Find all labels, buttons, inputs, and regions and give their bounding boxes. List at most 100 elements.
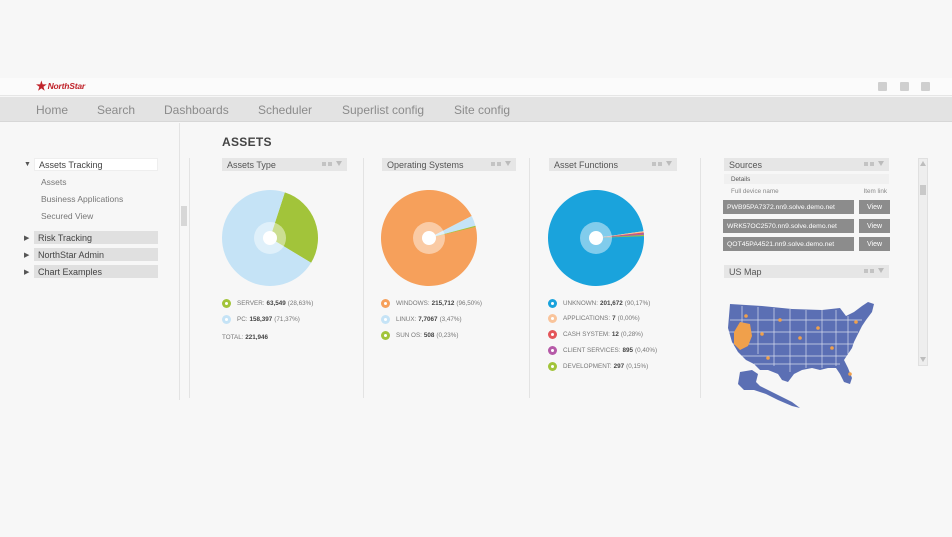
view-button[interactable]: View [859,200,890,214]
legend-item-client-services[interactable]: CLIENT SERVICES: 895 (0,40%) [548,345,657,355]
legend-item-linux[interactable]: LINUX: 7,7067 (3,47%) [381,314,462,324]
map-marker[interactable] [798,336,802,340]
legend-value: 7,7067 [418,315,438,323]
map-marker[interactable] [848,372,852,376]
caret-right-icon[interactable]: ▶ [24,268,34,276]
panel-tools[interactable] [652,161,672,166]
tree-group-label[interactable]: Risk Tracking [34,231,158,244]
legend-swatch-icon [222,314,231,324]
source-device-name[interactable]: WRK57OC2570.nn9.solve.demo.net [723,219,854,233]
tree-group-chart-examples[interactable]: ▶ Chart Examples [24,265,158,278]
chevron-down-icon[interactable] [505,161,511,166]
legend-value: 508 [423,331,435,339]
tree-group-risk-tracking[interactable]: ▶ Risk Tracking [24,231,158,244]
map-marker[interactable] [760,332,764,336]
dot-icon[interactable] [322,161,326,166]
dot-icon[interactable] [652,161,656,166]
nav-dashboards[interactable]: Dashboards [164,103,229,117]
legend-item-unknown[interactable]: UNKNOWN: 201,672 (90,17%) [548,298,650,308]
view-button[interactable]: View [859,219,890,233]
sidebar-resize-handle[interactable] [181,206,187,226]
tree-group-label[interactable]: Chart Examples [34,265,158,278]
map-marker[interactable] [744,314,748,318]
us-map-states[interactable] [728,302,874,408]
tree-group-assets-tracking[interactable]: ▼ Assets Tracking [24,158,158,171]
close-button[interactable] [921,82,930,91]
us-map[interactable] [722,298,882,410]
legend-swatch-icon [548,330,557,340]
dot-icon[interactable] [870,268,874,273]
legend-percent: (0,40%) [635,346,658,354]
assets-type-total: TOTAL: 221,946 [222,334,268,341]
tree-item-secured-view[interactable]: Secured View [41,211,93,221]
dot-icon[interactable] [497,161,501,166]
panel-header-us-map: US Map [724,265,889,278]
dot-icon[interactable] [658,161,662,166]
legend-label: SERVER: [237,299,265,307]
asset-functions-pie-chart[interactable] [548,190,644,286]
legend-label: LINUX: [396,315,417,323]
nav-site-config[interactable]: Site config [454,103,510,117]
tree-group-northstar-admin[interactable]: ▶ NorthStar Admin [24,248,158,261]
caret-right-icon[interactable]: ▶ [24,234,34,242]
source-device-name[interactable]: PWB95PA7372.nn9.solve.demo.net [723,200,854,214]
chevron-down-icon[interactable] [878,161,884,166]
dot-icon[interactable] [870,161,874,166]
operating-systems-pie-chart[interactable] [381,190,477,286]
legend-item-pc[interactable]: PC: 158,397 (71,37%) [222,314,300,324]
scroll-up-icon[interactable] [920,161,926,166]
map-marker[interactable] [854,320,858,324]
maximize-button[interactable] [900,82,909,91]
map-marker[interactable] [778,318,782,322]
divider [363,158,364,398]
legend-percent: (0,23%) [436,331,459,339]
scroll-thumb[interactable] [920,185,926,195]
panel-tools[interactable] [864,268,884,273]
legend-item-development[interactable]: DEVELOPMENT: 297 (0,15%) [548,361,648,371]
caret-right-icon[interactable]: ▶ [24,251,34,259]
dot-icon[interactable] [491,161,495,166]
legend-item-sun-os[interactable]: SUN OS: 508 (0,23%) [381,330,458,340]
legend-item-windows[interactable]: WINDOWS: 215,712 (96,50%) [381,298,482,308]
dot-icon[interactable] [328,161,332,166]
caret-down-icon[interactable]: ▼ [24,161,34,168]
scroll-down-icon[interactable] [920,357,926,362]
tree-group-label[interactable]: NorthStar Admin [34,248,158,261]
nav-home[interactable]: Home [36,103,68,117]
legend-value: 63,549 [266,299,286,307]
legend-item-server[interactable]: SERVER: 63,549 (28,63%) [222,298,313,308]
chevron-down-icon[interactable] [666,161,672,166]
dot-icon[interactable] [864,161,868,166]
legend-swatch-icon [548,298,557,308]
legend-value: 158,397 [249,315,273,323]
legend-swatch-icon [548,345,557,355]
total-label: TOTAL: [222,334,244,341]
dot-icon[interactable] [864,268,868,273]
nav-search[interactable]: Search [97,103,135,117]
nav-scheduler[interactable]: Scheduler [258,103,312,117]
source-row: WRK57OC2570.nn9.solve.demo.net View [723,219,890,233]
panel-tools[interactable] [322,161,342,166]
source-device-name[interactable]: QOT45PA4521.nn9.solve.demo.net [723,237,854,251]
legend-item-applications[interactable]: APPLICATIONS: 7 (0,00%) [548,314,640,324]
tree-item-business-applications[interactable]: Business Applications [41,194,123,204]
legend-percent: (0,28%) [620,331,643,339]
content-scrollbar[interactable] [918,158,928,366]
chevron-down-icon[interactable] [878,268,884,273]
minimize-button[interactable] [878,82,887,91]
tree-group-label[interactable]: Assets Tracking [34,158,158,171]
panel-tools[interactable] [864,161,884,166]
map-marker[interactable] [816,326,820,330]
panel-tools[interactable] [491,161,511,166]
pie-center-hole [422,231,436,245]
tree-item-assets[interactable]: Assets [41,177,67,187]
legend-item-cash-system[interactable]: CASH SYSTEM: 12 (0,28%) [548,330,643,340]
legend-percent: (0,00%) [617,315,640,323]
view-button[interactable]: View [859,237,890,251]
northstar-logo[interactable]: ★ NorthStar [36,80,85,92]
chevron-down-icon[interactable] [336,161,342,166]
map-marker[interactable] [766,356,770,360]
assets-type-pie-chart[interactable] [222,190,318,286]
nav-superlist-config[interactable]: Superlist config [342,103,424,117]
map-marker[interactable] [830,346,834,350]
